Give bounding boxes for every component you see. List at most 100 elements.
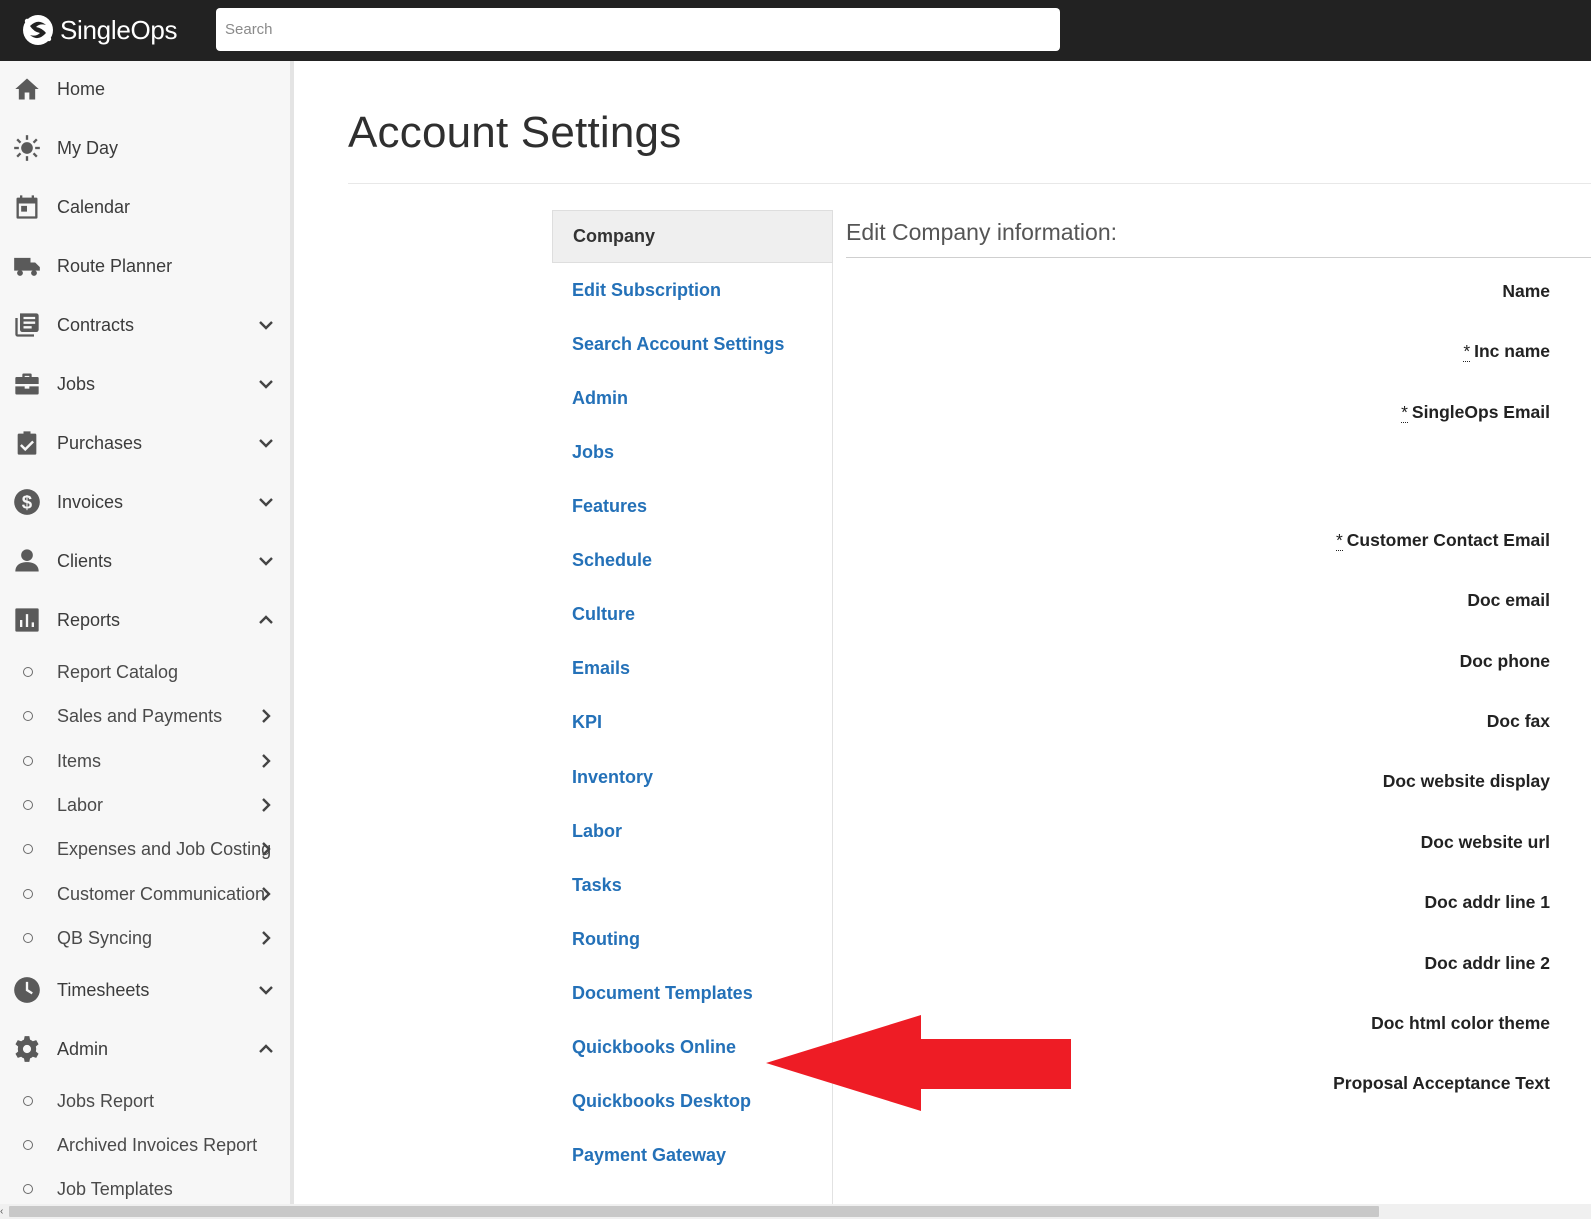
circle-bullet-icon	[23, 1184, 33, 1194]
field-label-text: Doc addr line 1	[1424, 892, 1550, 912]
sidebar-subitem-label: Archived Invoices Report	[57, 1134, 258, 1155]
field-label-doc-website-display: Doc website display	[1383, 771, 1550, 792]
sidebar-subitem-items[interactable]: Items	[0, 741, 290, 781]
settings-link-labor[interactable]: Labor	[572, 821, 622, 842]
required-marker: *	[1335, 530, 1343, 551]
settings-link-document-templates[interactable]: Document Templates	[572, 983, 753, 1004]
sidebar-item-admin[interactable]: Admin	[0, 1025, 290, 1073]
field-label-text: Doc fax	[1486, 711, 1550, 731]
sidebar-subitem-qb-syncing[interactable]: QB Syncing	[0, 918, 290, 958]
chevron-up-icon[interactable]	[256, 1039, 276, 1059]
field-label-doc-fax: Doc fax	[1487, 711, 1550, 732]
settings-link-edit-subscription[interactable]: Edit Subscription	[572, 280, 721, 301]
sidebar-item-contracts[interactable]: Contracts	[0, 301, 290, 349]
settings-link-routing[interactable]: Routing	[572, 929, 640, 950]
settings-link-search-account-settings[interactable]: Search Account Settings	[572, 334, 784, 355]
briefcase-icon	[12, 369, 42, 399]
settings-link-culture[interactable]: Culture	[572, 604, 635, 625]
sidebar-subitem-job-templates[interactable]: Job Templates	[0, 1169, 290, 1204]
sidebar-item-jobs[interactable]: Jobs	[0, 360, 290, 408]
circle-bullet-icon	[23, 667, 33, 677]
sidebar-item-label: Calendar	[57, 196, 131, 217]
settings-link-quickbooks-desktop[interactable]: Quickbooks Desktop	[572, 1091, 751, 1112]
sidebar-subitem-label: Report Catalog	[57, 661, 179, 682]
sidebar-item-purchases[interactable]: Purchases	[0, 419, 290, 467]
chevron-down-icon[interactable]	[256, 980, 276, 1000]
circle-bullet-icon	[23, 1140, 33, 1150]
sidebar-subitem-report-catalog[interactable]: Report Catalog	[0, 652, 290, 692]
chevron-down-icon[interactable]	[256, 551, 276, 571]
field-label-text: Doc email	[1467, 590, 1550, 610]
horizontal-scrollbar[interactable]: ‹	[0, 1204, 1591, 1219]
person-icon	[12, 546, 42, 576]
chevron-up-icon[interactable]	[256, 610, 276, 630]
circle-bullet-icon	[23, 889, 33, 899]
search-input[interactable]	[216, 8, 1060, 51]
field-label-doc-phone: Doc phone	[1460, 651, 1550, 672]
field-label-text: Customer Contact Email	[1346, 530, 1550, 550]
sidebar-item-calendar[interactable]: Calendar	[0, 183, 290, 231]
field-label-text: Doc html color theme	[1371, 1013, 1550, 1033]
sidebar-subitem-expenses-job-costing[interactable]: Expenses and Job Costing	[0, 829, 290, 869]
sidebar-item-label: Route Planner	[57, 255, 173, 276]
circle-bullet-icon	[23, 1096, 33, 1106]
sidebar-item-timesheets[interactable]: Timesheets	[0, 966, 290, 1014]
sidebar-subitem-label: Customer Communication	[57, 883, 266, 904]
chevron-down-icon[interactable]	[256, 374, 276, 394]
sidebar-subitem-jobs-report[interactable]: Jobs Report	[0, 1081, 290, 1121]
settings-link-emails[interactable]: Emails	[572, 658, 630, 679]
scrollbar-thumb[interactable]	[9, 1206, 1379, 1217]
settings-link-payment-gateway[interactable]: Payment Gateway	[572, 1145, 726, 1166]
field-label-text: Inc name	[1474, 341, 1550, 361]
home-icon	[12, 74, 42, 104]
field-label-doc-website-url: Doc website url	[1421, 832, 1550, 853]
scroll-left-arrow-icon[interactable]: ‹	[0, 1206, 8, 1217]
sidebar-item-label: Timesheets	[57, 979, 150, 1000]
settings-link-jobs[interactable]: Jobs	[572, 442, 614, 463]
gear-icon	[12, 1034, 42, 1064]
sidebar-item-clients[interactable]: Clients	[0, 537, 290, 585]
field-label-customer-contact-email: * Customer Contact Email	[1335, 530, 1550, 551]
settings-link-admin[interactable]: Admin	[572, 388, 628, 409]
chevron-down-icon[interactable]	[256, 315, 276, 335]
chevron-down-icon[interactable]	[256, 492, 276, 512]
top-bar: SingleOps	[0, 0, 1591, 61]
chevron-down-icon[interactable]	[256, 433, 276, 453]
sidebar: Home My Day Calendar Route Planner Contr…	[0, 61, 294, 1204]
sidebar-subitem-label: QB Syncing	[57, 927, 153, 948]
settings-link-tasks[interactable]: Tasks	[572, 875, 622, 896]
sidebar-item-label: Clients	[57, 550, 113, 571]
chevron-right-icon[interactable]	[256, 751, 276, 771]
chevron-right-icon[interactable]	[256, 839, 276, 859]
sidebar-item-invoices[interactable]: $ Invoices	[0, 478, 290, 526]
clipboard-check-icon	[12, 428, 42, 458]
sidebar-subitem-sales-and-payments[interactable]: Sales and Payments	[0, 696, 290, 736]
settings-link-kpi[interactable]: KPI	[572, 712, 602, 733]
sidebar-item-home[interactable]: Home	[0, 65, 290, 113]
sidebar-item-label: Contracts	[57, 314, 135, 335]
sidebar-item-label: Jobs	[57, 373, 96, 394]
sidebar-item-route-planner[interactable]: Route Planner	[0, 242, 290, 290]
chevron-right-icon[interactable]	[256, 884, 276, 904]
chevron-right-icon[interactable]	[256, 795, 276, 815]
contracts-icon	[12, 310, 42, 340]
field-label-text: SingleOps Email	[1411, 402, 1550, 422]
settings-nav-active-company[interactable]: Company	[552, 210, 833, 263]
sidebar-item-reports[interactable]: Reports	[0, 596, 290, 644]
settings-link-inventory[interactable]: Inventory	[572, 767, 653, 788]
settings-link-quickbooks-online[interactable]: Quickbooks Online	[572, 1037, 736, 1058]
field-label-inc-name: * Inc name	[1463, 341, 1550, 362]
chevron-right-icon[interactable]	[256, 706, 276, 726]
app-logo[interactable]: SingleOps	[20, 10, 178, 50]
sidebar-subitem-archived-invoices-report[interactable]: Archived Invoices Report	[0, 1125, 290, 1165]
chevron-right-icon[interactable]	[256, 928, 276, 948]
sidebar-subitem-customer-communication[interactable]: Customer Communication	[0, 874, 290, 914]
sidebar-subitem-label: Expenses and Job Costing	[57, 838, 272, 859]
singleops-logo-icon	[23, 15, 53, 45]
sidebar-subitem-labor[interactable]: Labor	[0, 785, 290, 825]
sidebar-item-my-day[interactable]: My Day	[0, 124, 290, 172]
sidebar-item-label: Home	[57, 78, 106, 99]
truck-icon	[12, 251, 42, 281]
settings-link-schedule[interactable]: Schedule	[572, 550, 652, 571]
settings-link-features[interactable]: Features	[572, 496, 647, 517]
